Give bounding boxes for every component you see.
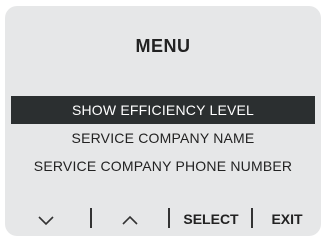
menu-item-label: SERVICE COMPANY PHONE NUMBER — [33, 158, 293, 174]
divider — [90, 208, 92, 228]
down-button[interactable] — [31, 206, 61, 232]
menu-title: MENU — [135, 36, 191, 56]
menu-list: SHOW EFFICIENCY LEVEL SERVICE COMPANY NA… — [5, 96, 321, 180]
chevron-down-icon — [31, 206, 61, 232]
menu-item-label: SHOW EFFICIENCY LEVEL — [71, 102, 255, 118]
menu-item-label: SERVICE COMPANY NAME — [71, 130, 255, 146]
divider — [251, 208, 253, 228]
divider — [168, 208, 170, 228]
menu-item-service-company-phone-number[interactable]: SERVICE COMPANY PHONE NUMBER — [5, 152, 321, 180]
control-bar: SELECT EXIT — [5, 206, 321, 232]
menu-item-show-efficiency-level[interactable]: SHOW EFFICIENCY LEVEL — [11, 96, 315, 124]
thermostat-screen: MENU SHOW EFFICIENCY LEVEL SERVICE COMPA… — [5, 6, 321, 236]
menu-item-service-company-name[interactable]: SERVICE COMPANY NAME — [5, 124, 321, 152]
up-button[interactable] — [115, 206, 145, 232]
chevron-up-icon — [115, 206, 145, 232]
exit-button[interactable]: EXIT — [261, 206, 313, 232]
select-button[interactable]: SELECT — [175, 206, 247, 232]
